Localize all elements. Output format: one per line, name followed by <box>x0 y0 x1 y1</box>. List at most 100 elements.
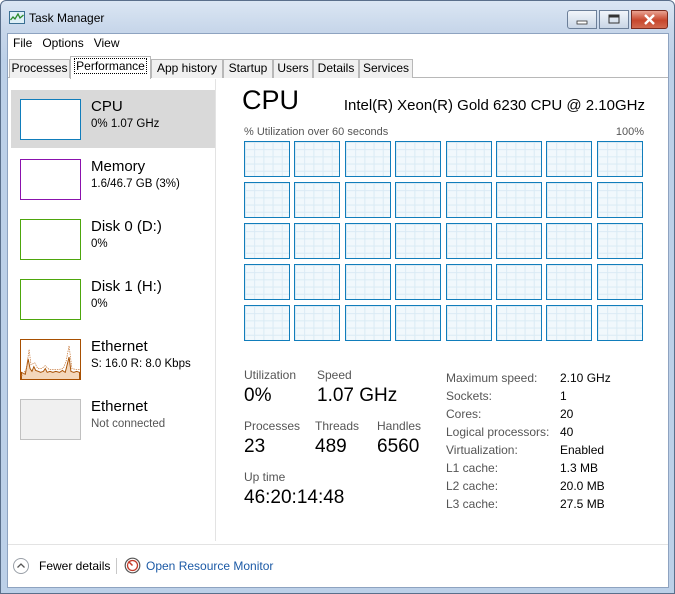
memory-thumbnail-graph <box>20 159 81 200</box>
threads-value: 489 <box>315 436 347 457</box>
logical-processor-graph <box>496 182 542 218</box>
sidebar-item-subtitle: S: 16.0 R: 8.0 Kbps <box>91 358 191 370</box>
cores-value: 20 <box>560 407 574 421</box>
menu-view[interactable]: View <box>89 34 125 54</box>
sidebar-item-title: Ethernet <box>91 398 148 415</box>
logical-processor-graph <box>496 223 542 259</box>
disk-0-thumbnail-graph <box>20 219 81 260</box>
tab-label: Services <box>362 61 409 75</box>
uptime-value: 46:20:14:48 <box>244 487 345 508</box>
logical-processor-graph <box>445 305 492 341</box>
tab-strip: Processes Performance App history Startu… <box>8 56 668 79</box>
sidebar-item-disk-1[interactable]: Disk 1 (H:) 0% <box>11 270 215 328</box>
sidebar-item-subtitle: Not connected <box>91 418 166 430</box>
tab-startup[interactable]: Startup <box>223 59 273 78</box>
logical-processor-graph <box>344 305 391 341</box>
l1-cache-label: L1 cache: <box>446 461 499 475</box>
chevron-up-icon[interactable] <box>13 558 29 574</box>
sidebar-item-subtitle: 1.6/46.7 GB (3%) <box>91 178 180 190</box>
task-manager-icon <box>9 11 25 24</box>
l3-cache-label: L3 cache: <box>446 497 499 511</box>
max-speed-label: Maximum speed: <box>446 371 538 385</box>
window-title: Task Manager <box>29 11 105 25</box>
logical-processor-graph <box>344 182 391 218</box>
sidebar-item-title: CPU <box>91 98 123 115</box>
l2-cache-label: L2 cache: <box>446 479 499 493</box>
logical-processors-value: 40 <box>560 425 574 439</box>
tab-processes[interactable]: Processes <box>9 59 70 78</box>
close-icon <box>644 14 655 25</box>
tab-performance[interactable]: Performance <box>70 56 151 79</box>
processes-label: Processes <box>244 419 301 433</box>
logical-processor-graph <box>294 182 341 218</box>
l2-cache-value: 20.0 MB <box>560 479 605 493</box>
speed-value: 1.07 GHz <box>317 385 398 406</box>
threads-label: Threads <box>315 419 360 433</box>
open-resource-monitor-link[interactable]: Open Resource Monitor <box>146 559 273 573</box>
logical-processor-graph <box>244 264 290 300</box>
tab-label: Users <box>277 61 309 75</box>
max-speed-value: 2.10 GHz <box>560 371 611 385</box>
tab-label: App history <box>156 61 218 75</box>
sidebar-item-disk-0[interactable]: Disk 0 (D:) 0% <box>11 210 215 268</box>
ethernet-disconnected-thumbnail-graph <box>20 399 81 440</box>
cpu-thumbnail-graph <box>20 99 81 140</box>
logical-processor-graph <box>496 305 542 341</box>
logical-processor-graph <box>546 305 593 341</box>
disk-1-thumbnail-graph <box>20 279 81 320</box>
logical-processors-label: Logical processors: <box>446 425 550 439</box>
sidebar-item-title: Ethernet <box>91 338 148 355</box>
logical-processor-graph <box>294 141 341 177</box>
logical-processor-graph <box>596 264 643 300</box>
logical-processor-graph <box>596 141 643 177</box>
sidebar-item-cpu[interactable]: CPU 0% 1.07 GHz <box>11 90 215 148</box>
sidebar-item-subtitle: 0% <box>91 298 108 310</box>
sidebar-item-ethernet[interactable]: Ethernet S: 16.0 R: 8.0 Kbps <box>11 330 215 388</box>
logical-processor-graph <box>294 264 341 300</box>
minimize-button[interactable] <box>567 10 597 29</box>
title-bar[interactable]: Task Manager <box>1 1 674 33</box>
logical-processor-graph <box>445 223 492 259</box>
tab-label: Startup <box>228 61 268 75</box>
tab-app-history[interactable]: App history <box>151 59 223 78</box>
logical-processor-graph <box>294 223 341 259</box>
sockets-label: Sockets: <box>446 389 493 403</box>
logical-processor-graph <box>445 141 492 177</box>
menu-options[interactable]: Options <box>37 34 88 54</box>
cpu-detail-panel: CPU Intel(R) Xeon(R) Gold 6230 CPU @ 2.1… <box>238 79 648 541</box>
logical-processor-graph <box>546 264 593 300</box>
maximize-button[interactable] <box>599 10 629 29</box>
l1-cache-value: 1.3 MB <box>560 461 599 475</box>
logical-processor-graph <box>244 223 290 259</box>
logical-processor-graph <box>445 264 492 300</box>
tab-users[interactable]: Users <box>273 59 313 78</box>
uptime-label: Up time <box>244 470 286 484</box>
menu-file[interactable]: File <box>8 34 37 54</box>
sidebar-item-ethernet-disconnected[interactable]: Ethernet Not connected <box>11 390 215 448</box>
sidebar-item-subtitle: 0% 1.07 GHz <box>91 118 160 130</box>
sidebar-item-title: Disk 1 (H:) <box>91 278 162 295</box>
tab-details[interactable]: Details <box>313 59 359 78</box>
cores-label: Cores: <box>446 407 482 421</box>
client-area: File Options View Processes Performance … <box>7 33 669 588</box>
logical-processor-graph <box>395 182 442 218</box>
logical-processor-graph <box>596 305 643 341</box>
tab-label: Performance <box>74 58 147 74</box>
logical-processor-graph-grid[interactable] <box>244 141 644 349</box>
virtualization-value: Enabled <box>560 443 605 457</box>
tab-label: Details <box>317 61 355 75</box>
ethernet-thumbnail-graph <box>20 339 81 380</box>
sidebar-item-memory[interactable]: Memory 1.6/46.7 GB (3%) <box>11 150 215 208</box>
close-button[interactable] <box>631 10 668 29</box>
fewer-details-button[interactable]: Fewer details <box>39 559 110 573</box>
logical-processor-graph <box>546 182 593 218</box>
processes-value: 23 <box>244 436 266 457</box>
maximize-icon <box>608 14 620 24</box>
logical-processor-graph <box>395 305 442 341</box>
tab-label: Processes <box>11 61 68 75</box>
resource-monitor-icon <box>124 557 141 574</box>
cpu-model-name: Intel(R) Xeon(R) Gold 6230 CPU @ 2.10GHz <box>343 97 645 114</box>
tab-services[interactable]: Services <box>359 59 413 78</box>
sidebar-item-title: Memory <box>91 158 146 175</box>
graph-max-label: 100% <box>615 126 644 138</box>
